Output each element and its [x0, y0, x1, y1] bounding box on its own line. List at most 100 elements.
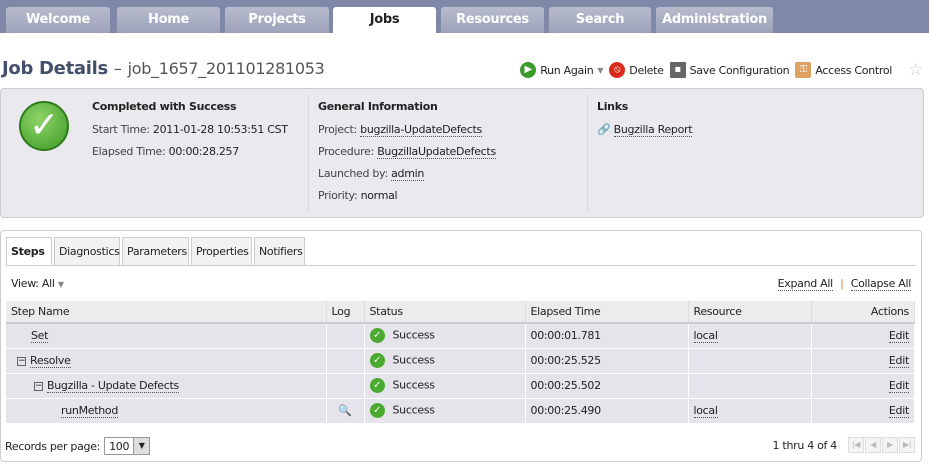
general-info-section: General Information Project: bugzilla-Up…	[318, 89, 496, 211]
success-icon: ✓	[369, 328, 385, 344]
tab-parameters[interactable]: Parameters	[122, 237, 189, 265]
procedure-label: Procedure:	[318, 145, 374, 158]
links-heading: Links	[597, 100, 628, 113]
step-resource	[688, 348, 812, 374]
col-resource[interactable]: Resource	[688, 301, 812, 324]
save-config-label: Save Configuration	[689, 63, 790, 77]
tab-notifiers[interactable]: Notifiers	[254, 237, 305, 265]
run-again-label: Run Again	[540, 63, 594, 77]
star-icon[interactable]: ☆	[908, 60, 923, 80]
start-time-label: Start Time:	[92, 123, 150, 136]
job-summary-panel: ✓ Completed with Success Start Time: 201…	[0, 88, 924, 218]
run-again-button[interactable]: ▶ Run Again ▼	[520, 62, 604, 78]
edit-link[interactable]: Edit	[888, 354, 909, 368]
status-section: Completed with Success Start Time: 2011-…	[92, 89, 288, 211]
expand-collapse: Expand All | Collapse All	[777, 277, 911, 291]
tab-diagnostics[interactable]: Diagnostics	[54, 237, 120, 265]
access-control-label: Access Control	[815, 63, 893, 77]
step-elapsed: 00:00:25.525	[525, 348, 689, 374]
records-select[interactable]: 100 ▼	[104, 437, 151, 455]
step-name-link[interactable]: Bugzilla - Update Defects	[47, 379, 179, 393]
nav-tab-jobs[interactable]: Jobs	[333, 7, 436, 33]
success-icon: ✓	[369, 353, 385, 368]
save-configuration-button[interactable]: ▪ Save Configuration	[669, 62, 790, 78]
step-name-link[interactable]: runMethod	[61, 404, 118, 418]
nav-tab-projects[interactable]: Projects	[225, 7, 329, 33]
step-status: Success	[392, 328, 435, 342]
table-row: runMethod 🔍 ✓ Success 00:00:25.490 local …	[6, 398, 915, 424]
nav-tab-welcome[interactable]: Welcome	[6, 7, 110, 33]
project-label: Project:	[318, 123, 357, 136]
step-name-link[interactable]: Resolve	[30, 354, 71, 368]
title-separator: –	[113, 59, 122, 78]
divider	[587, 95, 588, 211]
col-log[interactable]: Log	[326, 301, 365, 324]
success-icon: ✓	[369, 403, 385, 418]
launched-by-link[interactable]: admin	[391, 167, 424, 181]
success-check-icon: ✓	[19, 101, 69, 151]
first-page-icon[interactable]: |◀	[848, 437, 864, 453]
play-icon: ▶	[520, 62, 537, 78]
view-value: All	[41, 277, 55, 290]
col-status[interactable]: Status	[364, 301, 526, 324]
prev-page-icon[interactable]: ◀	[865, 437, 881, 453]
chevron-down-icon[interactable]: ▼	[133, 438, 150, 454]
tab-steps[interactable]: Steps	[6, 237, 52, 266]
delete-label: Delete	[629, 63, 664, 77]
resource-link[interactable]: local	[693, 329, 718, 344]
tab-properties[interactable]: Properties	[191, 237, 252, 265]
table-row: Set ✓ Success 00:00:01.781 local Edit	[6, 323, 915, 349]
nav-tab-search[interactable]: Search	[549, 7, 651, 33]
elapsed-time-label: Elapsed Time:	[92, 145, 166, 158]
step-status: Success	[392, 403, 435, 417]
bugzilla-report-link[interactable]: Bugzilla Report	[613, 123, 693, 137]
nav-tab-resources[interactable]: Resources	[441, 7, 544, 33]
divider	[308, 95, 309, 211]
last-page-icon[interactable]: ▶|	[899, 437, 915, 453]
records-label: Records per page:	[5, 439, 101, 453]
page-range: 1 thru 4 of 4	[772, 438, 838, 452]
floppy-icon: ▪	[669, 62, 686, 78]
project-link[interactable]: bugzilla-UpdateDefects	[360, 123, 482, 137]
view-filter[interactable]: View: All ▼	[11, 277, 64, 290]
edit-link[interactable]: Edit	[888, 379, 909, 393]
expand-all-link[interactable]: Expand All	[777, 277, 833, 291]
step-status: Success	[392, 353, 435, 367]
steps-panel: Steps Diagnostics Parameters Properties …	[0, 230, 922, 462]
log-icon[interactable]: 🔍	[338, 404, 352, 417]
title-text: Job Details	[2, 58, 108, 79]
steps-table: Step Name Log Status Elapsed Time Resour…	[6, 301, 915, 424]
step-elapsed: 00:00:25.490	[525, 398, 689, 424]
edit-link[interactable]: Edit	[888, 329, 909, 344]
table-header: Step Name Log Status Elapsed Time Resour…	[6, 301, 915, 324]
general-info-heading: General Information	[318, 100, 438, 113]
collapse-icon[interactable]: −	[17, 356, 26, 366]
next-page-icon[interactable]: ▶	[882, 437, 898, 453]
status-heading: Completed with Success	[92, 100, 237, 113]
collapse-icon[interactable]: −	[34, 381, 43, 391]
tab-divider	[6, 265, 916, 266]
resource-link[interactable]: local	[693, 404, 718, 418]
access-control-button[interactable]: ⚿ Access Control	[795, 62, 892, 78]
start-time-value: 2011-01-28 10:53:51 CST	[152, 123, 288, 136]
records-value: 100	[109, 439, 130, 453]
chevron-down-icon[interactable]: ▼	[597, 66, 603, 75]
step-name-link[interactable]: Set	[31, 329, 48, 344]
delete-button[interactable]: ⦸ Delete	[609, 62, 664, 78]
launched-by-label: Launched by:	[318, 167, 388, 180]
chevron-down-icon[interactable]: ▼	[58, 280, 64, 289]
procedure-link[interactable]: BugzillaUpdateDefects	[377, 145, 496, 159]
step-elapsed: 00:00:25.502	[525, 373, 689, 399]
nav-tab-administration[interactable]: Administration	[656, 7, 773, 33]
step-resource	[688, 373, 812, 399]
edit-link[interactable]: Edit	[888, 404, 909, 418]
col-elapsed[interactable]: Elapsed Time	[525, 301, 689, 324]
nav-tab-home[interactable]: Home	[117, 7, 220, 33]
page-title: Job Details – job_1657_201101281053	[2, 58, 325, 79]
step-status: Success	[392, 378, 435, 392]
view-label: View:	[11, 277, 39, 290]
success-icon: ✓	[369, 378, 385, 393]
col-actions[interactable]: Actions	[811, 301, 915, 324]
col-step-name[interactable]: Step Name	[6, 301, 327, 324]
collapse-all-link[interactable]: Collapse All	[850, 277, 911, 291]
